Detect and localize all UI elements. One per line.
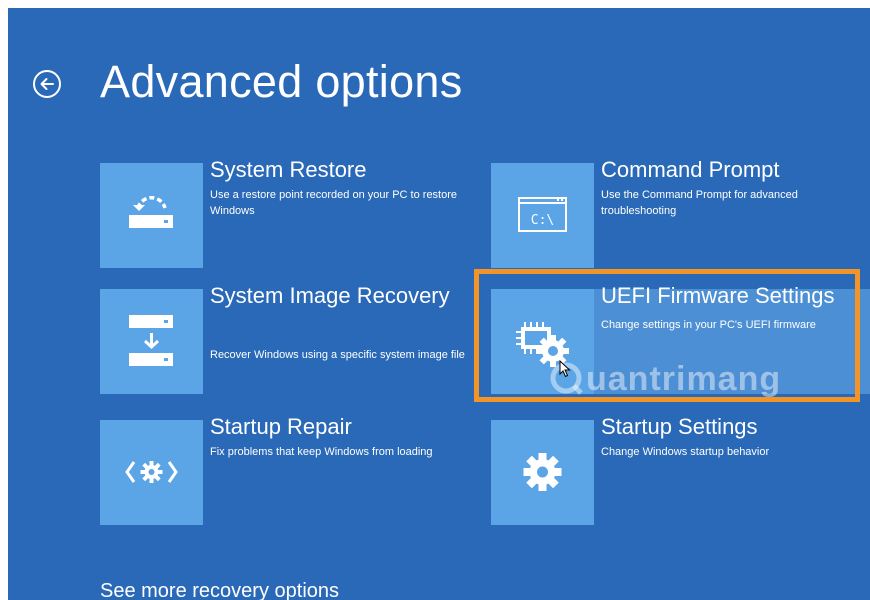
system-image-recovery-title: System Image Recovery <box>210 283 450 308</box>
command-prompt-title: Command Prompt <box>601 157 780 182</box>
gear-icon <box>491 420 594 525</box>
uefi-firmware-settings-description: Change settings in your PC's UEFI firmwa… <box>601 319 816 331</box>
back-button[interactable] <box>33 70 61 98</box>
system-image-recovery-icon <box>100 289 203 394</box>
startup-repair-title: Startup Repair <box>210 414 352 439</box>
system-image-recovery-description: Recover Windows using a specific system … <box>210 349 465 361</box>
startup-repair-description: Fix problems that keep Windows from load… <box>210 446 433 458</box>
system-restore-option[interactable]: System Restore Use a restore point recor… <box>100 157 482 268</box>
startup-settings-description: Change Windows startup behavior <box>601 446 770 458</box>
startup-settings-option[interactable]: Startup Settings Change Windows startup … <box>491 414 870 525</box>
command-prompt-icon-text: C:\ <box>531 213 554 228</box>
startup-settings-title: Startup Settings <box>601 414 758 439</box>
page-title: Advanced options <box>100 56 463 107</box>
command-prompt-description: Use the Command Prompt for advanced trou… <box>601 189 798 217</box>
see-more-recovery-options-link[interactable]: See more recovery options <box>100 580 339 600</box>
uefi-firmware-settings-title: UEFI Firmware Settings <box>601 283 835 308</box>
recovery-screen: Advanced options System Restore Use a re… <box>8 8 870 600</box>
uefi-chip-gear-icon <box>491 289 594 394</box>
command-prompt-icon: C:\ <box>491 163 594 268</box>
system-restore-title: System Restore <box>210 157 367 182</box>
system-restore-description: Use a restore point recorded on your PC … <box>210 189 458 217</box>
startup-repair-option[interactable]: Startup Repair Fix problems that keep Wi… <box>100 414 482 525</box>
startup-repair-icon <box>100 420 203 525</box>
back-arrow-icon <box>40 78 54 90</box>
uefi-firmware-settings-option[interactable]: UEFI Firmware Settings Change settings i… <box>491 283 870 394</box>
system-image-recovery-option[interactable]: System Image Recovery Recover Windows us… <box>100 283 482 394</box>
command-prompt-option[interactable]: C:\ Command Prompt Use the Command Promp… <box>491 157 870 268</box>
system-restore-icon <box>100 163 203 268</box>
